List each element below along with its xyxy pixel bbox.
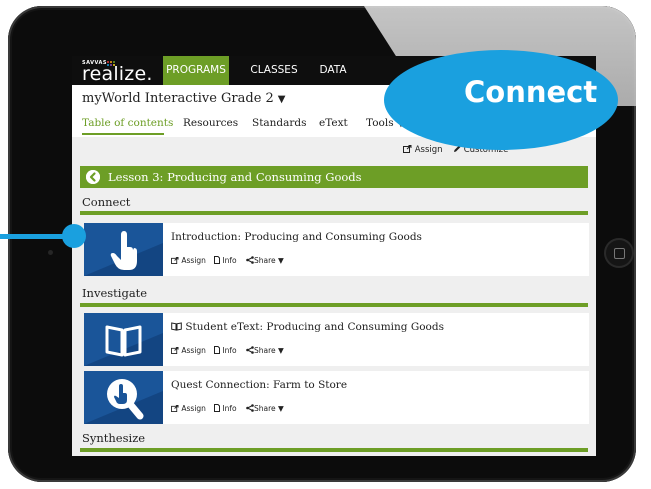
caret-down-icon: ▼ xyxy=(277,94,286,105)
card-assign-button[interactable]: Assign xyxy=(171,256,206,265)
section-heading-connect: Connect xyxy=(82,195,131,209)
subnav-etext[interactable]: eText xyxy=(319,117,348,129)
card-info-label: Info xyxy=(222,404,237,413)
subnav-standards[interactable]: Standards xyxy=(252,117,307,129)
card-title: Student eText: Producing and Consuming G… xyxy=(185,321,444,333)
lesson-title: Lesson 3: Producing and Consuming Goods xyxy=(108,170,362,184)
section-divider xyxy=(80,211,588,215)
back-arrow-icon[interactable] xyxy=(86,170,100,184)
card-thumbnail xyxy=(84,313,163,366)
hand-pointer-icon xyxy=(84,231,163,276)
card-share-label: Share ▼ xyxy=(254,256,284,265)
card-assign-button[interactable]: Assign xyxy=(171,346,206,355)
share-icon xyxy=(246,256,254,264)
card-thumbnail xyxy=(84,223,163,276)
card-title-row[interactable]: Student eText: Producing and Consuming G… xyxy=(171,321,444,333)
nav-tab-data[interactable]: DATA xyxy=(313,56,353,85)
card-share-button[interactable]: Share ▼ xyxy=(246,404,284,413)
nav-tab-programs[interactable]: PROGRAMS xyxy=(163,56,229,85)
card-title[interactable]: Quest Connection: Farm to Store xyxy=(171,379,347,391)
card-assign-button[interactable]: Assign xyxy=(171,404,206,413)
assign-icon xyxy=(171,257,179,264)
document-icon xyxy=(214,346,220,354)
section-heading-investigate: Investigate xyxy=(82,286,148,300)
program-title-text: myWorld Interactive Grade 2 xyxy=(82,91,274,106)
subnav-table-of-contents[interactable]: Table of contents xyxy=(82,117,173,129)
card-assign-label: Assign xyxy=(181,256,206,265)
realize-logo[interactable]: SAVVAS realize. xyxy=(82,58,153,85)
connect-callout-label: Connect xyxy=(464,75,598,109)
content-area: Assign Customize Lesson 3: Producing and… xyxy=(72,137,596,456)
callout-pointer-dot xyxy=(62,224,86,248)
lesson-assign-button[interactable]: Assign xyxy=(403,145,443,155)
card-assign-label: Assign xyxy=(181,346,206,355)
book-icon xyxy=(84,325,163,366)
book-small-icon xyxy=(171,322,182,331)
card-share-label: Share ▼ xyxy=(254,346,284,355)
camera-dot xyxy=(48,250,53,255)
active-tab-underline xyxy=(82,133,164,135)
nav-tab-classes[interactable]: CLASSES xyxy=(244,56,304,85)
card-share-button[interactable]: Share ▼ xyxy=(246,256,284,265)
document-icon xyxy=(214,256,220,264)
card-info-label: Info xyxy=(222,256,237,265)
lesson-assign-label: Assign xyxy=(414,145,443,155)
card-share-button[interactable]: Share ▼ xyxy=(246,346,284,355)
card-info-button[interactable]: Info xyxy=(214,346,237,355)
magnifier-icon xyxy=(84,379,163,424)
section-divider xyxy=(80,448,588,452)
card-assign-label: Assign xyxy=(181,404,206,413)
share-icon xyxy=(246,404,254,412)
card-info-button[interactable]: Info xyxy=(214,404,237,413)
resource-card[interactable]: Student eText: Producing and Consuming G… xyxy=(84,313,589,366)
card-info-label: Info xyxy=(222,346,237,355)
card-title[interactable]: Introduction: Producing and Consuming Go… xyxy=(171,231,422,243)
subnav-resources[interactable]: Resources xyxy=(183,117,238,129)
home-button[interactable] xyxy=(604,238,634,268)
section-divider xyxy=(80,303,588,307)
resource-card[interactable]: Introduction: Producing and Consuming Go… xyxy=(84,223,589,276)
document-icon xyxy=(214,404,220,412)
lesson-header-bar: Lesson 3: Producing and Consuming Goods xyxy=(80,166,588,188)
assign-icon xyxy=(403,145,412,153)
card-thumbnail xyxy=(84,371,163,424)
resource-card[interactable]: Quest Connection: Farm to Store Assign I… xyxy=(84,371,589,424)
card-info-button[interactable]: Info xyxy=(214,256,237,265)
assign-icon xyxy=(171,405,179,412)
card-share-label: Share ▼ xyxy=(254,404,284,413)
program-title-dropdown[interactable]: myWorld Interactive Grade 2 ▼ xyxy=(82,91,286,106)
share-icon xyxy=(246,346,254,354)
section-heading-synthesize: Synthesize xyxy=(82,431,146,445)
brand-name: realize. xyxy=(82,63,153,85)
assign-icon xyxy=(171,347,179,354)
